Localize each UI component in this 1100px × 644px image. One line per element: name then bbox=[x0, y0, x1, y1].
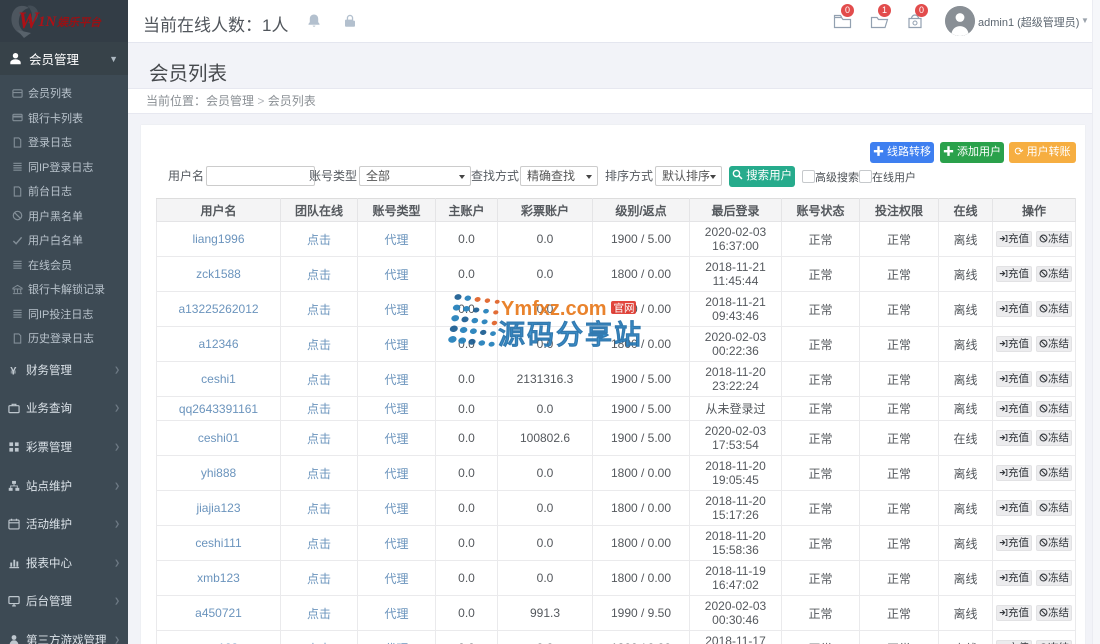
svg-text:Ymfxz.com: Ymfxz.com bbox=[501, 298, 607, 320]
svg-text:源码分享站: 源码分享站 bbox=[498, 319, 643, 350]
svg-text:¥: ¥ bbox=[10, 365, 17, 375]
svg-text:W: W bbox=[18, 8, 40, 33]
svg-text:1N: 1N bbox=[38, 14, 58, 30]
svg-text:官网: 官网 bbox=[614, 302, 635, 315]
svg-text:娱乐平台: 娱乐平台 bbox=[57, 16, 102, 29]
